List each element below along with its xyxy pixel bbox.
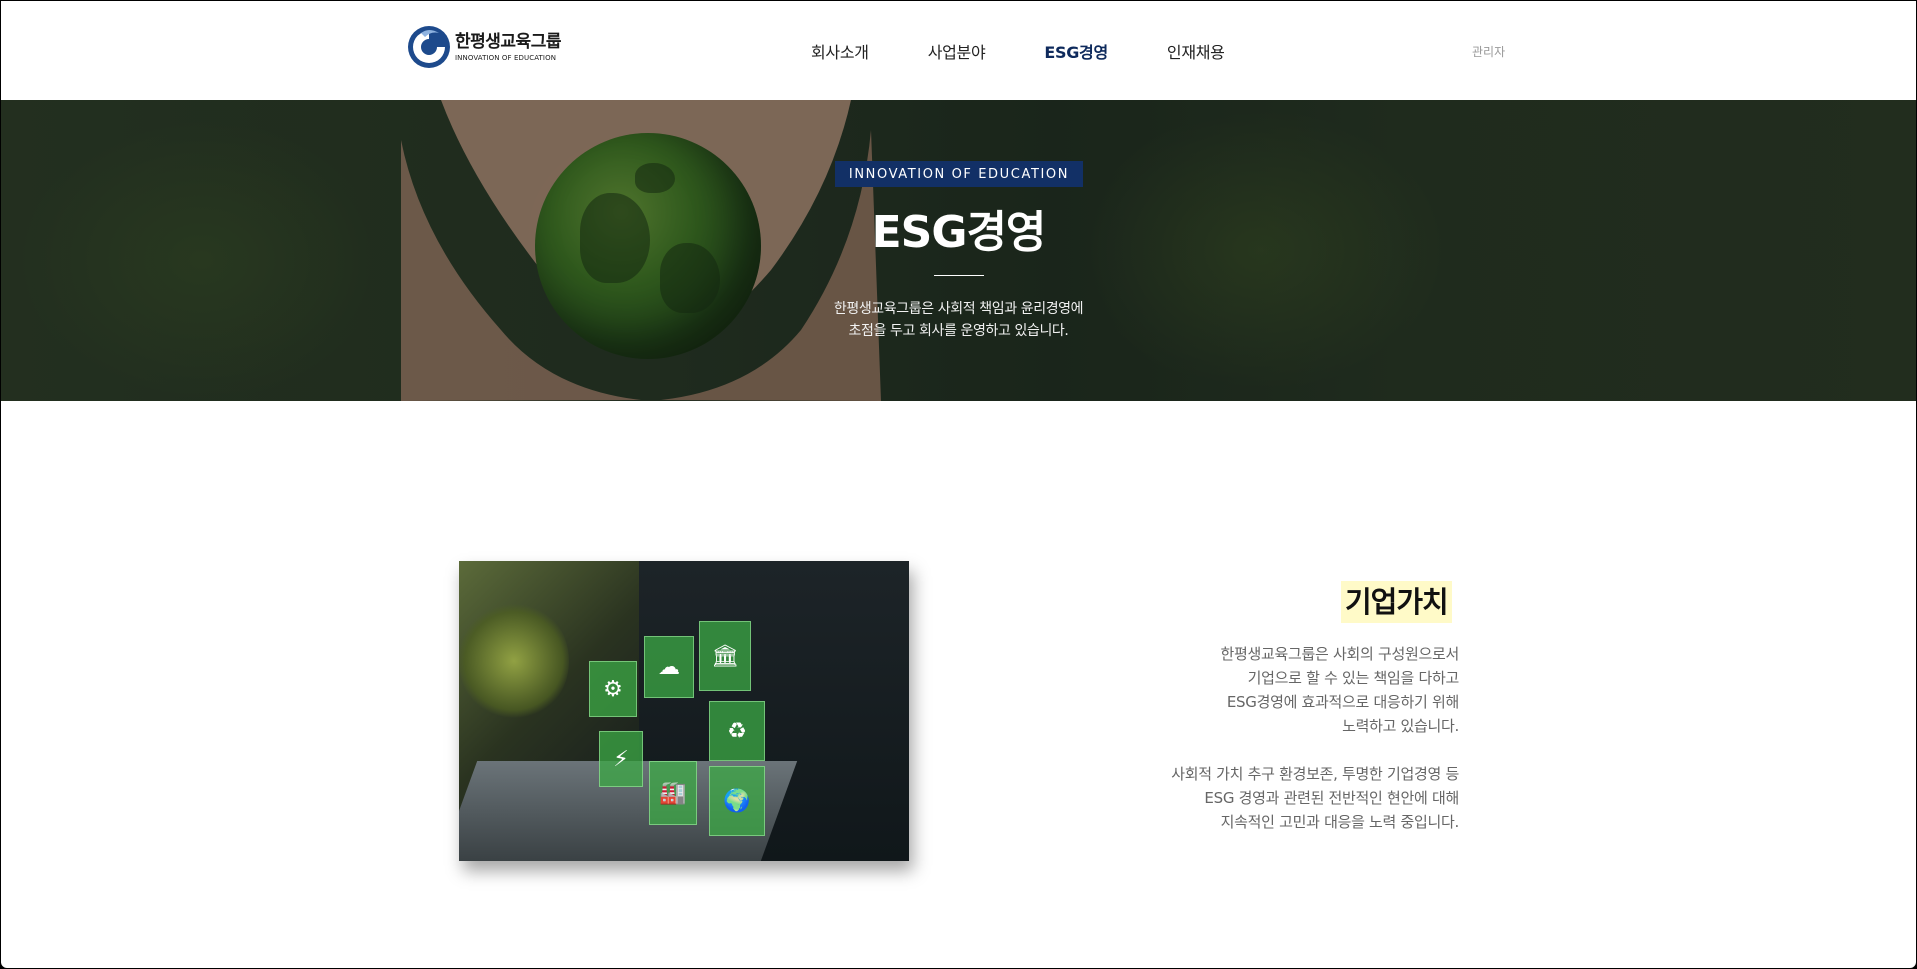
value-title: 기업가치 [1341,581,1452,623]
nav-item-recruit[interactable]: 인재채용 [1167,39,1225,63]
hero-banner: INNOVATION OF EDUCATION ESG경영 한평생교육그룹은 사… [1,100,1916,401]
value-line: 사회적 가치 추구 환경보존, 투명한 기업경영 등 [1171,765,1459,783]
site-logo[interactable]: 한평생교육그룹 INNOVATION OF EDUCATION [407,25,561,69]
hero-desc-line1: 한평생교육그룹은 사회적 책임과 윤리경영에 [833,301,1084,317]
hero-tag: INNOVATION OF EDUCATION [835,161,1083,187]
admin-link[interactable]: 관리자 [1472,43,1505,60]
nav-item-business[interactable]: 사업분야 [928,39,986,63]
hero-divider [934,275,984,276]
value-line: ESG 경영과 관련된 전반적인 현안에 대해 [1204,789,1459,807]
nav-item-esg[interactable]: ESG경영 [1044,39,1108,63]
value-title-wrap: 기업가치 [1341,581,1452,623]
main-nav: 회사소개 사업분야 ESG경영 인재채용 [811,39,1284,63]
hero-title: ESG경영 [871,207,1047,258]
page: 한평생교육그룹 INNOVATION OF EDUCATION 회사소개 사업분… [1,1,1916,968]
value-description: 한평생교육그룹은 사회의 구성원으로서 기업으로 할 수 있는 책임을 다하고 … [1039,642,1459,858]
value-line: 지속적인 고민과 대응을 노력 중입니다. [1220,813,1460,831]
logo-name: 한평생교육그룹 [455,31,561,52]
site-header: 한평생교육그룹 INNOVATION OF EDUCATION 회사소개 사업분… [1,1,1916,100]
value-line: 기업으로 할 수 있는 책임을 다하고 [1247,669,1460,687]
esg-photo: ⚙ ☁ 🏛 ♻ ⚡ 🏭 🌍 [459,561,909,861]
value-line: 한평생교육그룹은 사회의 구성원으로서 [1220,645,1460,663]
logo-subtitle: INNOVATION OF EDUCATION [455,53,557,62]
hero-desc-line2: 초점을 두고 회사를 운영하고 있습니다. [848,323,1069,339]
hero-description: 한평생교육그룹은 사회적 책임과 윤리경영에 초점을 두고 회사를 운영하고 있… [1,298,1916,342]
value-line: 노력하고 있습니다. [1342,717,1459,735]
value-paragraph-2: 사회적 가치 추구 환경보존, 투명한 기업경영 등 ESG 경영과 관련된 전… [1039,762,1459,834]
nav-item-company[interactable]: 회사소개 [811,39,869,63]
logo-mark-icon [408,26,450,68]
value-line: ESG경영에 효과적으로 대응하기 위해 [1226,693,1459,711]
value-paragraph-1: 한평생교육그룹은 사회의 구성원으로서 기업으로 할 수 있는 책임을 다하고 … [1039,642,1460,738]
